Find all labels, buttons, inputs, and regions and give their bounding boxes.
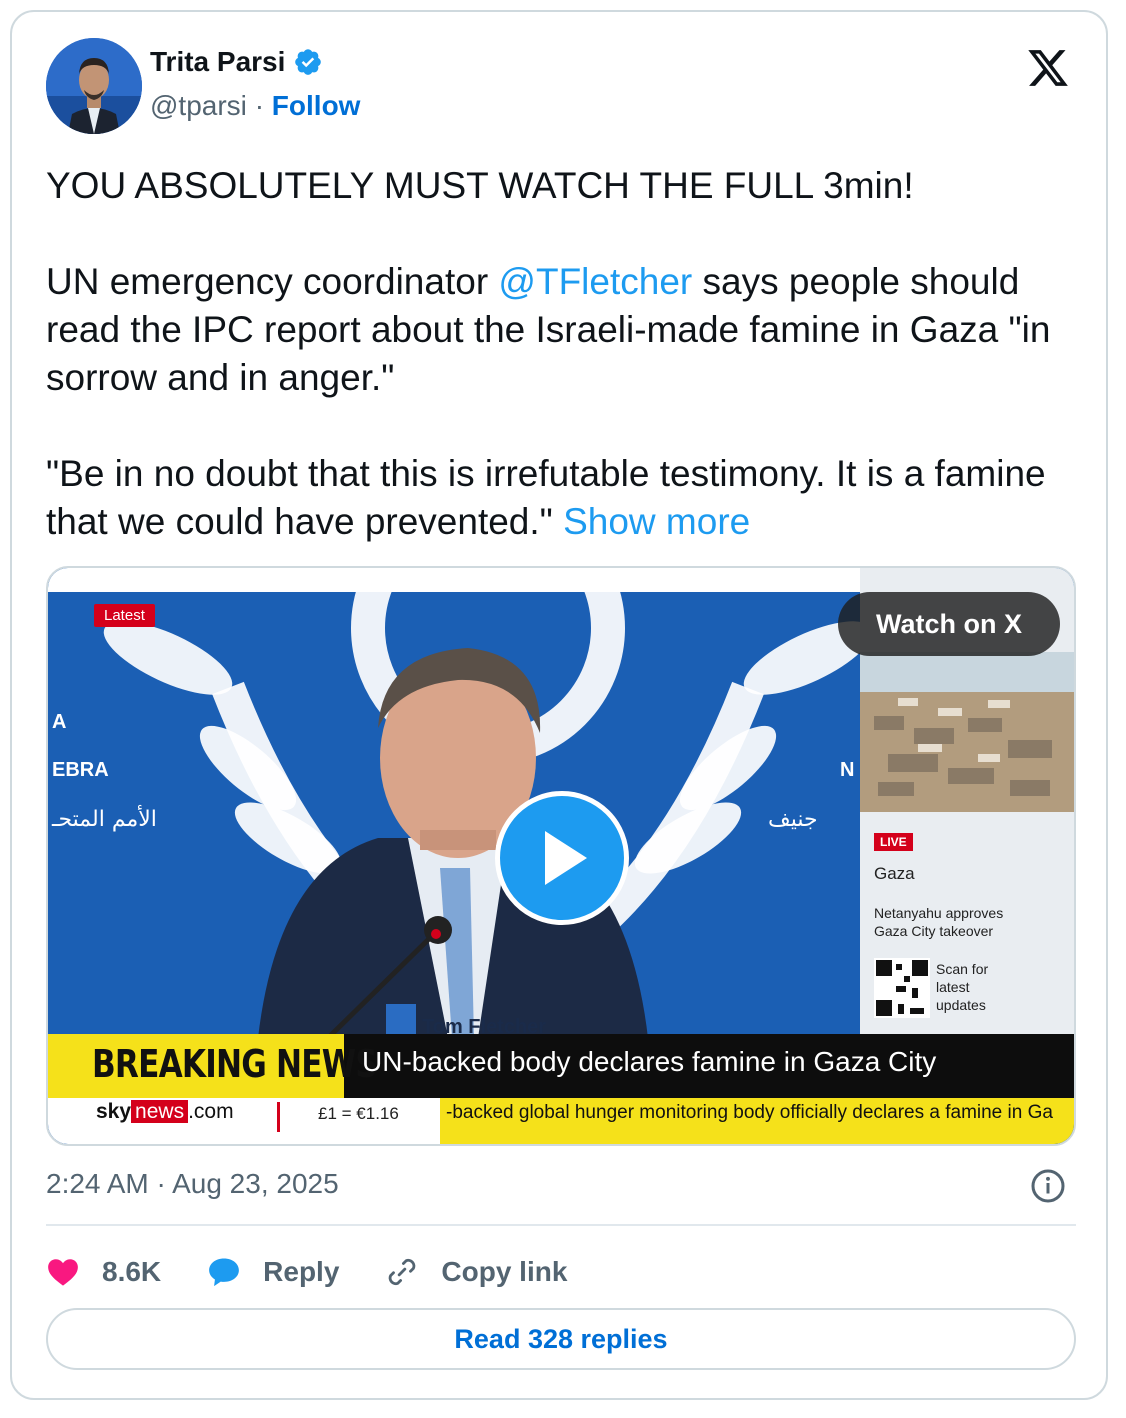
author-handle-row: @tparsi · Follow xyxy=(150,90,360,122)
avatar-photo xyxy=(46,38,142,134)
svg-text:الأمم المتحـ: الأمم المتحـ xyxy=(51,805,157,832)
heart-icon xyxy=(48,1259,78,1286)
copy-link-label: Copy link xyxy=(441,1256,568,1287)
like-button[interactable]: 8.6K xyxy=(46,1255,161,1289)
tweet-para3: "Be in no doubt that this is irrefutable… xyxy=(46,453,1046,542)
follow-button[interactable]: Follow xyxy=(272,90,361,121)
sky-news-logo: sky news .com xyxy=(96,1100,234,1124)
x-logo-icon[interactable] xyxy=(1026,46,1070,90)
tweet-para2-before: UN emergency coordinator xyxy=(46,261,499,302)
handle-separator: · xyxy=(254,90,265,121)
watch-on-x-button[interactable]: Watch on X xyxy=(838,592,1060,656)
author-name[interactable]: Trita Parsi xyxy=(150,46,285,78)
tweet-line-1: YOU ABSOLUTELY MUST WATCH THE FULL 3min! xyxy=(46,165,914,206)
news-ticker-text: -backed global hunger monitoring body of… xyxy=(446,1102,1053,1123)
show-more-link[interactable]: Show more xyxy=(563,501,750,542)
side-panel-headline: Netanyahu approves Gaza City takeover xyxy=(874,905,1004,939)
play-button[interactable] xyxy=(495,791,629,925)
mention-link[interactable]: @TFletcher xyxy=(498,261,692,302)
author-handle[interactable]: @tparsi xyxy=(150,90,247,121)
exchange-rate: £1 = €1.16 xyxy=(318,1104,399,1123)
avatar[interactable] xyxy=(46,38,142,134)
dotcom-text: .com xyxy=(188,1100,234,1123)
breaking-news-headline: UN-backed body declares famine in Gaza C… xyxy=(362,1046,937,1077)
side-panel-place: Gaza xyxy=(874,864,915,883)
reply-label: Reply xyxy=(263,1256,340,1287)
tweet-card: Trita Parsi @tparsi · Follow YOU ABSOLUT… xyxy=(10,10,1108,1400)
latest-tag: Latest xyxy=(94,604,155,627)
reply-button[interactable]: Reply xyxy=(207,1255,339,1289)
divider xyxy=(46,1224,1076,1226)
info-icon[interactable] xyxy=(1030,1168,1066,1204)
reply-bubble-icon xyxy=(209,1258,240,1287)
svg-text:N: N xyxy=(840,759,854,781)
svg-text:جنيف: جنيف xyxy=(768,807,818,832)
video-player[interactable]: A EBRA الأمم المتحـ جنيف N Latest Watch … xyxy=(46,566,1076,1146)
news-logo-text: news xyxy=(131,1100,189,1123)
breaking-news-label: BREAKING NEWS xyxy=(92,1042,378,1086)
action-bar: 8.6K Reply Copy link xyxy=(46,1248,613,1296)
like-count: 8.6K xyxy=(102,1256,162,1287)
copy-link-button[interactable]: Copy link xyxy=(385,1255,567,1289)
tweet-timestamp[interactable]: 2:24 AM · Aug 23, 2025 xyxy=(46,1168,339,1200)
link-icon xyxy=(389,1258,416,1286)
svg-text:EBRA: EBRA xyxy=(52,759,109,781)
qr-scan-text: Scan for latest updates xyxy=(936,961,989,1013)
play-icon xyxy=(545,831,587,885)
tweet-text: YOU ABSOLUTELY MUST WATCH THE FULL 3min!… xyxy=(46,162,1086,546)
read-replies-button[interactable]: Read 328 replies xyxy=(46,1308,1076,1370)
live-badge: LIVE xyxy=(874,833,913,851)
verified-badge-icon xyxy=(295,49,322,75)
tweet-paragraph-2: UN emergency coordinator @TFletcher says… xyxy=(46,258,1086,402)
tweet-paragraph-3: "Be in no doubt that this is irrefutable… xyxy=(46,450,1086,546)
author-name-row: Trita Parsi xyxy=(150,46,323,78)
svg-text:A: A xyxy=(52,711,66,733)
speaker-nameplate: Tom Fletcher xyxy=(422,1016,547,1038)
sky-logo-text: sky xyxy=(96,1100,132,1123)
